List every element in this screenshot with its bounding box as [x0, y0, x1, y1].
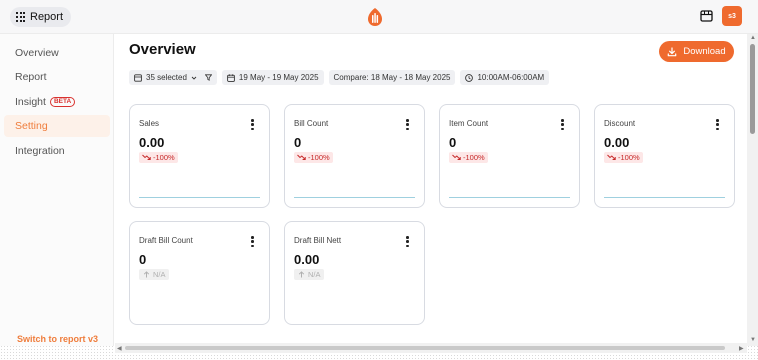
scroll-down-icon[interactable]: ▼: [750, 337, 756, 343]
sidebar-item-overview[interactable]: Overview: [4, 42, 110, 64]
main-content: Overview Download 35 selected 19 May - 1…: [115, 34, 747, 346]
scroll-right-icon[interactable]: ▶: [739, 345, 744, 352]
horizontal-scrollbar[interactable]: ◀ ▶: [115, 343, 747, 353]
change-badge: N/A: [294, 269, 324, 280]
card-title: Draft Bill Nett: [294, 236, 342, 245]
compare-filter[interactable]: Compare: 18 May - 18 May 2025: [328, 70, 456, 85]
change-badge: -100%: [449, 152, 488, 163]
date-range-filter[interactable]: 19 May - 19 May 2025: [221, 70, 324, 85]
card-title: Item Count: [449, 119, 489, 128]
card-value: 0.00: [604, 135, 630, 150]
store-icon: [134, 73, 142, 82]
card-title: Sales: [139, 119, 160, 128]
sidebar-item-insight[interactable]: Insight BETA: [4, 91, 110, 113]
change-badge: -100%: [604, 152, 643, 163]
change-badge: -100%: [294, 152, 333, 163]
trend-down-icon: [142, 154, 151, 160]
report-menu-label: Report: [30, 11, 64, 23]
top-bar: Report s3: [0, 0, 758, 34]
card-value: 0: [139, 252, 147, 267]
change-badge: N/A: [139, 269, 169, 280]
metric-card-discount[interactable]: Discount 0.00 -100%: [594, 104, 735, 208]
user-avatar[interactable]: s3: [722, 6, 742, 26]
scrollbar-thumb[interactable]: [125, 346, 725, 350]
time-range-label: 10:00AM-06:00AM: [477, 73, 545, 82]
scroll-left-icon[interactable]: ◀: [117, 345, 122, 352]
page-title: Overview: [129, 41, 196, 58]
outlet-filter[interactable]: 35 selected: [129, 70, 217, 85]
change-value: -100%: [308, 153, 330, 162]
kebab-icon[interactable]: [716, 119, 719, 130]
outlet-filter-label: 35 selected: [146, 73, 187, 82]
sidebar-item-label: Integration: [15, 145, 65, 157]
card-value: 0.00: [139, 135, 165, 150]
metric-card-item-count[interactable]: Item Count 0 -100%: [439, 104, 580, 208]
sidebar-item-label: Insight: [15, 96, 46, 108]
sidebar-item-label: Report: [15, 71, 47, 83]
change-value: -100%: [618, 153, 640, 162]
filter-icon[interactable]: [204, 74, 212, 81]
sparkline: [449, 197, 570, 198]
kebab-icon[interactable]: [406, 119, 409, 130]
vertical-scrollbar[interactable]: ▲ ▼: [747, 34, 758, 346]
store-icon[interactable]: [700, 10, 713, 22]
card-title: Bill Count: [294, 119, 329, 128]
download-label: Download: [683, 46, 726, 57]
sidebar-item-report[interactable]: Report: [4, 66, 110, 88]
change-value: N/A: [153, 270, 166, 279]
time-range-filter[interactable]: 10:00AM-06:00AM: [460, 70, 550, 85]
kebab-icon[interactable]: [561, 119, 564, 130]
sidebar-item-integration[interactable]: Integration: [4, 140, 110, 162]
sparkline: [604, 197, 725, 198]
card-value: 0.00: [294, 252, 320, 267]
report-menu-button[interactable]: Report: [10, 7, 72, 27]
clock-icon: [465, 73, 474, 82]
trend-down-icon: [607, 154, 616, 160]
trend-up-icon: [298, 271, 305, 278]
avatar-initials: s3: [728, 12, 736, 20]
change-badge: -100%: [139, 152, 178, 163]
sidebar-item-label: Setting: [15, 120, 48, 132]
card-value: 0: [294, 135, 302, 150]
scrollbar-thumb[interactable]: [750, 44, 755, 134]
change-value: -100%: [153, 153, 175, 162]
chevron-down-icon: [191, 76, 197, 80]
brand-logo-icon[interactable]: [366, 7, 384, 27]
date-range-label: 19 May - 19 May 2025: [238, 73, 319, 82]
compare-label: Compare: 18 May - 18 May 2025: [333, 73, 451, 82]
kebab-icon[interactable]: [251, 236, 254, 247]
scroll-up-icon[interactable]: ▲: [750, 35, 756, 41]
metric-card-draft-bill-nett[interactable]: Draft Bill Nett 0.00 N/A: [284, 221, 425, 325]
kebab-icon[interactable]: [251, 119, 254, 130]
kebab-icon[interactable]: [406, 236, 409, 247]
card-value: 0: [449, 135, 457, 150]
download-button[interactable]: Download: [659, 41, 734, 62]
trend-down-icon: [297, 154, 306, 160]
sidebar-item-setting[interactable]: Setting: [4, 115, 110, 137]
sparkline: [294, 197, 415, 198]
sidebar-item-label: Overview: [15, 47, 59, 59]
change-value: -100%: [463, 153, 485, 162]
filter-bar: 35 selected 19 May - 19 May 2025 Compare…: [129, 70, 550, 85]
card-title: Draft Bill Count: [139, 236, 193, 245]
metric-card-bill-count[interactable]: Bill Count 0 -100%: [284, 104, 425, 208]
change-value: N/A: [308, 270, 321, 279]
switch-to-v3-link[interactable]: Switch to report v3: [17, 334, 98, 344]
sidebar: Overview Report Insight BETA Setting Int…: [0, 34, 114, 346]
metric-card-sales[interactable]: Sales 0.00 -100%: [129, 104, 270, 208]
card-title: Discount: [604, 119, 636, 128]
trend-up-icon: [143, 271, 150, 278]
beta-badge: BETA: [49, 97, 76, 107]
metric-card-draft-bill-count[interactable]: Draft Bill Count 0 N/A: [129, 221, 270, 325]
trend-down-icon: [452, 154, 461, 160]
download-icon: [668, 46, 677, 56]
grid-icon: [16, 12, 26, 22]
sparkline: [139, 197, 260, 198]
calendar-icon: [227, 73, 235, 82]
